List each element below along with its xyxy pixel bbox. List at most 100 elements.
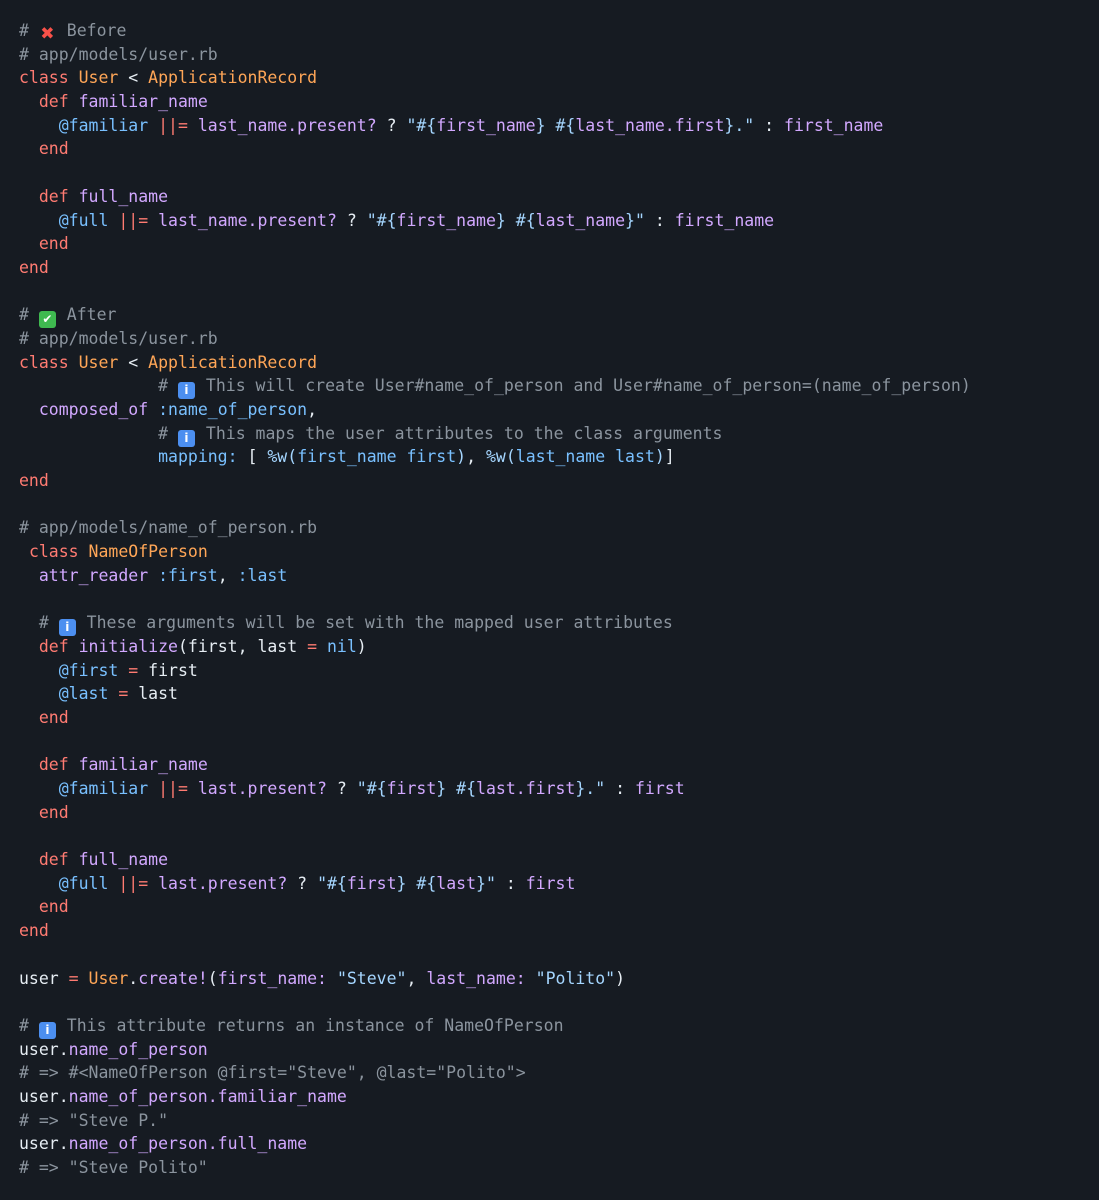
code-token: first_name (674, 210, 775, 230)
code-token: user. (19, 1134, 69, 1154)
code-line: # app/models/name_of_person.rb (19, 516, 1099, 540)
code-line: end (19, 256, 1099, 280)
code-token: } #{ (436, 779, 477, 798)
code-token: This maps the user attributes to the cla… (195, 423, 723, 443)
code-token: first_name (784, 115, 884, 135)
code-token: "#{ (406, 115, 437, 135)
code-token: mapping: (158, 447, 238, 467)
code-token: user (19, 968, 69, 988)
code-token: class (19, 68, 79, 88)
code-line: end (19, 801, 1099, 825)
code-token: , (406, 968, 427, 988)
code-token: (first, last (177, 636, 308, 656)
code-token: def (38, 92, 79, 112)
code-token: , (217, 565, 238, 585)
code-token: last.present? (158, 873, 288, 893)
code-token: # => "Steve Polito" (19, 1158, 208, 1177)
code-token: def (38, 186, 79, 206)
code-token: first (525, 873, 576, 893)
code-line: mapping: [ %w(first_name first), %w(last… (19, 445, 1099, 469)
code-token: ) (615, 968, 626, 988)
code-line: # i This attribute returns an instance o… (19, 1014, 1099, 1039)
code-token: last.present? (197, 779, 327, 798)
code-token: first (138, 660, 198, 680)
code-token: :name_of_person (158, 400, 308, 419)
code-token: familiar_name (78, 755, 208, 775)
code-line: # => "Steve P." (19, 1109, 1099, 1133)
code-token: @full (58, 873, 109, 893)
code-line: def familiar_name (19, 753, 1099, 777)
code-token: def (38, 850, 79, 870)
code-token: # (38, 613, 59, 633)
code-token: < (118, 352, 149, 372)
code-token: NameOfPerson (88, 542, 208, 562)
code-token: : (754, 115, 785, 135)
code-line: user.name_of_person.full_name (19, 1132, 1099, 1156)
code-token: : (495, 873, 526, 893)
code-token: full_name (78, 850, 169, 870)
info-icon: i (177, 429, 195, 447)
code-token: }" (476, 873, 496, 893)
code-line: attr_reader :first, :last (19, 564, 1099, 588)
code-token: initialize (78, 636, 178, 656)
code-line: @full ||= last.present? ? "#{first} #{la… (19, 872, 1099, 896)
code-token: @familiar (58, 115, 149, 135)
code-token: @full (58, 210, 109, 230)
code-token: ( (207, 968, 218, 988)
code-token: name_of_person.full_name (68, 1134, 308, 1154)
code-token: first_name (436, 115, 536, 135)
code-token: # (19, 305, 39, 325)
code-token: This attribute returns an instance of Na… (56, 1015, 564, 1035)
code-token: full_name (78, 186, 169, 206)
code-line: # i This will create User#name_of_person… (19, 374, 1099, 400)
code-token: ) (456, 447, 467, 467)
code-token: Before (56, 21, 127, 40)
code-line: @familiar ||= last_name.present? ? "#{fi… (19, 114, 1099, 138)
code-token: # => "Steve P." (19, 1110, 169, 1130)
code-token: :first (158, 565, 218, 585)
check-mark-icon: ✔ (38, 311, 56, 329)
cross-mark-icon: ✖ (40, 24, 55, 44)
code-line: end (19, 919, 1099, 943)
code-token: User (78, 68, 119, 88)
code-token: composed_of (38, 400, 149, 419)
code-token: ||= (118, 873, 149, 893)
code-token: ? (336, 210, 367, 230)
code-line: # ✔ After (19, 303, 1099, 329)
code-token: . (128, 968, 139, 988)
code-token: ) (654, 447, 665, 467)
code-token: ? (326, 779, 357, 798)
code-token: ||= (158, 779, 188, 798)
code-token: last_name last (515, 447, 655, 467)
code-token: end (19, 471, 49, 491)
code-token: , (466, 447, 486, 467)
code-token: @last (58, 684, 109, 704)
code-token: }." (724, 115, 755, 135)
code-line: class User < ApplicationRecord (19, 66, 1099, 90)
code-line: user = User.create!(first_name: "Steve",… (19, 967, 1099, 991)
code-token: } #{ (535, 115, 576, 135)
code-token: = (307, 636, 318, 656)
code-token: "Steve" (336, 968, 407, 988)
